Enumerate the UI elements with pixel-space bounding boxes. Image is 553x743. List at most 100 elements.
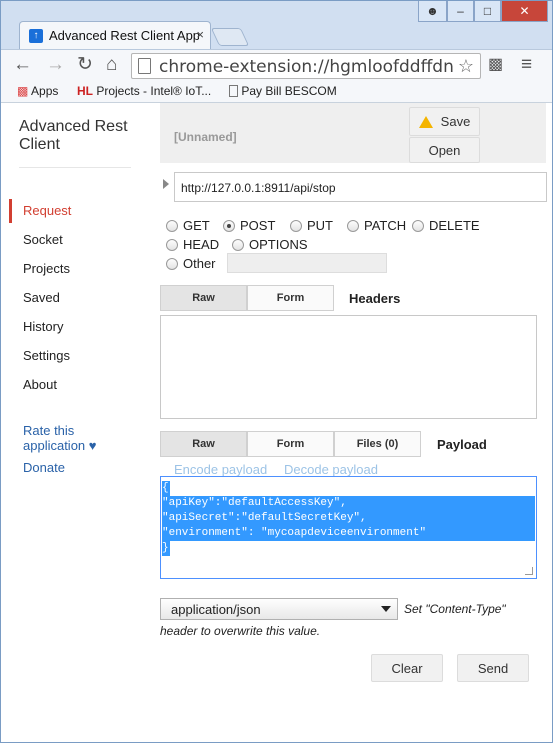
- headers-label: Headers: [349, 291, 401, 306]
- clear-button[interactable]: Clear: [371, 654, 443, 682]
- sidebar-item-about[interactable]: About: [23, 377, 57, 392]
- send-label: Send: [477, 660, 509, 676]
- method-label: Other: [183, 256, 216, 271]
- payload-line: "apiKey":"defaultAccessKey",: [162, 496, 535, 511]
- method-label: DELETE: [429, 218, 480, 233]
- sidebar-item-settings[interactable]: Settings: [23, 348, 70, 363]
- method-label: HEAD: [183, 237, 220, 252]
- radio-icon: [412, 219, 424, 232]
- bookmarks-bar: ▩ Apps HL Projects - Intel® IoT... Pay B…: [1, 81, 552, 103]
- app-title: Advanced Rest Client: [19, 118, 128, 153]
- app-favicon-icon: ↑: [29, 29, 43, 43]
- back-icon[interactable]: ←: [13, 55, 32, 75]
- method-label: GET: [183, 218, 210, 233]
- payload-line: }: [162, 541, 170, 556]
- tab-payload-files[interactable]: Files (0): [334, 431, 421, 457]
- apps-grid-icon: ▩: [17, 84, 29, 98]
- tab-title: Advanced Rest Client App: [49, 28, 199, 43]
- sidebar-item-socket[interactable]: Socket: [23, 232, 63, 247]
- radio-icon: [347, 219, 359, 232]
- address-bar[interactable]: chrome-extension://hgmloofddffdnphfgcel …: [131, 53, 481, 79]
- content-type-note-line2: header to overwrite this value.: [160, 624, 321, 638]
- save-button[interactable]: Save: [409, 107, 480, 136]
- browser-tab[interactable]: ↑ Advanced Rest Client App ×: [19, 21, 211, 49]
- maximize-button[interactable]: □: [474, 1, 501, 22]
- method-head[interactable]: HEAD: [166, 237, 219, 252]
- payload-textarea[interactable]: { "apiKey":"defaultAccessKey", "apiSecre…: [160, 476, 537, 579]
- request-url-input[interactable]: http://127.0.0.1:8911/api/stop: [174, 172, 547, 202]
- dropdown-arrow-icon: [381, 606, 391, 612]
- hl-logo-icon: HL: [77, 84, 93, 98]
- radio-icon: [166, 238, 178, 251]
- browser-window: ☻ – □ ✕ ↑ Advanced Rest Client App × ← →…: [0, 0, 553, 743]
- tab-payload-raw[interactable]: Raw: [160, 431, 247, 457]
- send-button[interactable]: Send: [457, 654, 529, 682]
- decode-payload-link[interactable]: Decode payload: [284, 462, 378, 477]
- other-method-input[interactable]: [227, 253, 387, 273]
- bookmark-apps[interactable]: ▩ Apps: [17, 84, 58, 98]
- bookmark-label: Pay Bill BESCOM: [241, 84, 337, 98]
- expand-url-icon[interactable]: [163, 179, 169, 189]
- method-post[interactable]: POST: [223, 218, 275, 233]
- request-name[interactable]: [Unnamed]: [174, 130, 237, 144]
- request-url-value: http://127.0.0.1:8911/api/stop: [181, 181, 336, 195]
- radio-icon: [232, 238, 244, 251]
- minimize-button[interactable]: –: [447, 1, 474, 22]
- clear-label: Clear: [391, 660, 423, 676]
- radio-icon: [166, 257, 178, 270]
- donate-link[interactable]: Donate: [23, 460, 65, 475]
- tab-headers-raw[interactable]: Raw: [160, 285, 247, 311]
- sidebar-item-saved[interactable]: Saved: [23, 290, 60, 305]
- active-nav-indicator: [9, 199, 12, 223]
- bookmark-projects[interactable]: HL Projects - Intel® IoT...: [77, 84, 211, 98]
- home-icon[interactable]: ⌂: [106, 55, 117, 75]
- payload-line: {: [162, 481, 170, 496]
- open-button[interactable]: Open: [409, 137, 480, 163]
- payload-label: Payload: [437, 437, 487, 452]
- forward-icon[interactable]: →: [46, 55, 65, 75]
- content-type-value: application/json: [171, 602, 261, 617]
- close-window-button[interactable]: ✕: [501, 1, 548, 22]
- sidebar-item-projects[interactable]: Projects: [23, 261, 70, 276]
- sidebar-item-request[interactable]: Request: [23, 203, 71, 218]
- save-label: Save: [440, 114, 471, 129]
- method-label: POST: [240, 218, 276, 233]
- title-bar: ☻ – □ ✕ ↑ Advanced Rest Client App ×: [1, 1, 552, 49]
- tab-close-icon[interactable]: ×: [196, 27, 204, 42]
- translate-extension-icon[interactable]: ▩: [488, 55, 503, 75]
- tab-payload-form[interactable]: Form: [247, 431, 334, 457]
- page-icon: [138, 58, 151, 74]
- method-label: PATCH: [364, 218, 407, 233]
- method-patch[interactable]: PATCH: [347, 218, 406, 233]
- method-options[interactable]: OPTIONS: [232, 237, 308, 252]
- new-tab-button[interactable]: [210, 28, 250, 46]
- radio-icon: [290, 219, 302, 232]
- page-icon: [229, 85, 238, 97]
- payload-tabs: Raw Form Files (0): [160, 431, 421, 457]
- content-type-note: Set "Content-Type": [404, 602, 506, 616]
- resize-handle-icon[interactable]: [525, 567, 533, 575]
- bookmark-star-icon[interactable]: ☆: [458, 56, 474, 77]
- headers-tabs: Raw Form: [160, 285, 334, 311]
- encode-payload-link[interactable]: Encode payload: [174, 462, 267, 477]
- method-delete[interactable]: DELETE: [412, 218, 480, 233]
- headers-textarea[interactable]: [160, 315, 537, 419]
- open-label: Open: [428, 142, 461, 158]
- method-get[interactable]: GET: [166, 218, 210, 233]
- radio-selected-icon: [223, 219, 235, 232]
- radio-icon: [166, 219, 178, 232]
- bookmark-pay-bill[interactable]: Pay Bill BESCOM: [229, 84, 337, 98]
- menu-icon[interactable]: ≡: [521, 55, 532, 75]
- bookmark-label: Projects - Intel® IoT...: [96, 84, 212, 98]
- sidebar-item-history[interactable]: History: [23, 319, 63, 334]
- method-other[interactable]: Other: [166, 256, 216, 271]
- payload-line: "apiSecret":"defaultSecretKey",: [162, 511, 535, 526]
- method-put[interactable]: PUT: [290, 218, 333, 233]
- content-type-select[interactable]: application/json: [160, 598, 398, 620]
- reload-icon[interactable]: ↻: [77, 55, 93, 75]
- tab-headers-form[interactable]: Form: [247, 285, 334, 311]
- payload-line: "environment": "mycoapdeviceenvironment": [162, 526, 535, 541]
- user-icon[interactable]: ☻: [418, 1, 447, 22]
- rate-app-link[interactable]: Rate this application ♥: [23, 423, 113, 453]
- method-label: PUT: [307, 218, 333, 233]
